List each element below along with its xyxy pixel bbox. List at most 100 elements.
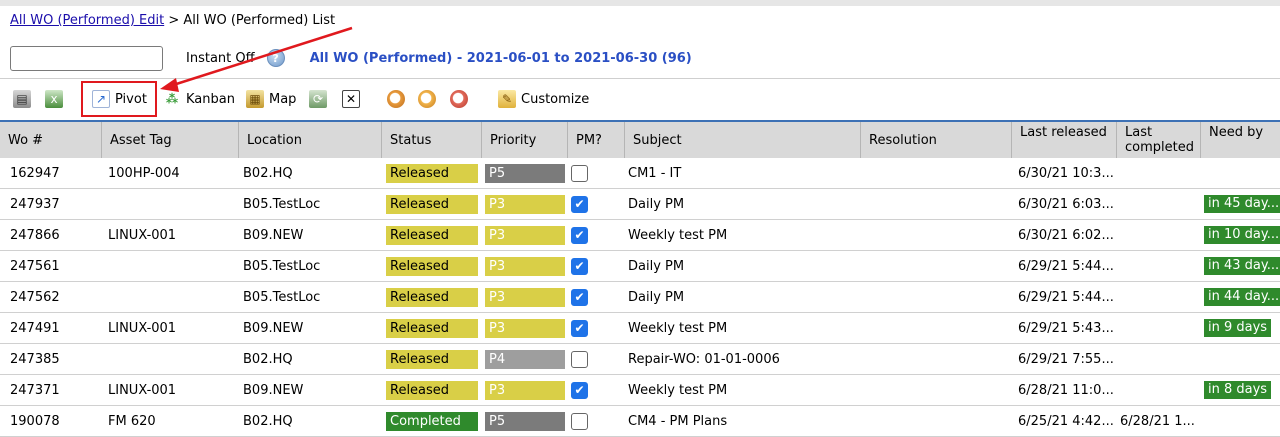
column-header-subject[interactable]: Subject	[624, 122, 860, 158]
asset-tag-cell: 100HP-004	[108, 165, 180, 181]
wo-cell: 247371	[10, 382, 60, 398]
subject-cell: Weekly test PM	[628, 227, 728, 243]
table-row[interactable]: 190078 FM 620 B02.HQ Completed P5 CM4 - PM Pl…	[0, 406, 1280, 437]
last-completed-cell: 6/28/21 1...	[1120, 413, 1195, 429]
column-header-pm[interactable]: PM?	[567, 122, 624, 158]
column-header-asset-tag[interactable]: Asset Tag	[101, 122, 238, 158]
clear-button[interactable]: ✕	[342, 86, 360, 112]
print-button[interactable]: ▤	[13, 86, 31, 112]
breadcrumb-separator: >	[164, 13, 184, 28]
zoom-button[interactable]: .	[418, 86, 436, 112]
location-cell: B05.TestLoc	[243, 258, 321, 274]
pm-checkbox[interactable]: ✔	[571, 226, 588, 244]
export-excel-button[interactable]: x	[45, 86, 63, 112]
last-completed-cell	[1120, 344, 1200, 374]
wo-cell: 190078	[10, 413, 60, 429]
instant-toggle-label[interactable]: Instant Off	[186, 51, 255, 66]
column-header-last-completed[interactable]: Last completed	[1116, 122, 1200, 158]
asset-tag-cell: LINUX-001	[108, 227, 177, 243]
pm-checkbox[interactable]	[571, 164, 588, 182]
subject-cell: Daily PM	[628, 258, 685, 274]
table-row[interactable]: 247866 LINUX-001 B09.NEW Released P3 ✔ Weekly …	[0, 220, 1280, 251]
column-header-status[interactable]: Status	[381, 122, 481, 158]
customize-button[interactable]: ✎ Customize	[498, 86, 589, 112]
status-badge: Released	[386, 319, 478, 338]
last-completed-cell	[1120, 313, 1200, 343]
map-button[interactable]: ▦ Map	[246, 86, 296, 112]
wo-cell: 247491	[10, 320, 60, 336]
column-header-need-by[interactable]: Need by	[1200, 122, 1280, 158]
pm-cell: ✔	[571, 189, 621, 219]
breadcrumb: All WO (Performed) Edit > All WO (Perfor…	[10, 13, 335, 28]
status-cell: Released	[386, 282, 480, 312]
status-cell: Completed	[386, 406, 480, 436]
resolution-cell	[866, 189, 1009, 219]
refresh-button[interactable]: ⟳	[309, 86, 327, 112]
location-cell: B09.NEW	[243, 320, 304, 336]
location-cell: B09.NEW	[243, 382, 304, 398]
resolution-cell	[866, 375, 1009, 405]
table-row[interactable]: 247371 LINUX-001 B09.NEW Released P3 ✔ Weekly …	[0, 375, 1280, 406]
column-header-location[interactable]: Location	[238, 122, 381, 158]
breadcrumb-current: All WO (Performed) List	[183, 13, 336, 28]
asset-tag-cell: FM 620	[108, 413, 156, 429]
priority-badge: P5	[485, 412, 565, 431]
subject-cell: Repair-WO: 01-01-0006	[628, 351, 780, 367]
priority-cell: P3	[485, 189, 567, 219]
resolution-cell	[866, 282, 1009, 312]
pm-cell	[571, 406, 621, 436]
resolution-cell	[866, 313, 1009, 343]
subject-cell: CM1 - IT	[628, 165, 682, 181]
zoom-in-icon: .	[387, 90, 405, 108]
table-row[interactable]: 247562 B05.TestLoc Released P3 ✔ Daily PM 6/29…	[0, 282, 1280, 313]
table-row[interactable]: 247561 B05.TestLoc Released P3 ✔ Daily PM 6/29…	[0, 251, 1280, 282]
breadcrumb-edit-link[interactable]: All WO (Performed) Edit	[10, 13, 164, 28]
search-input[interactable]	[10, 45, 163, 71]
asset-tag-cell: LINUX-001	[108, 320, 177, 336]
pm-checkbox[interactable]	[571, 350, 588, 368]
priority-badge: P3	[485, 319, 565, 338]
pm-checkbox[interactable]: ✔	[571, 319, 588, 337]
pm-checkbox[interactable]	[571, 412, 588, 430]
status-badge: Released	[386, 164, 478, 183]
pm-cell: ✔	[571, 220, 621, 250]
resolution-cell	[866, 251, 1009, 281]
table-row[interactable]: 162947 100HP-004 B02.HQ Released P5 CM1 - IT 6…	[0, 158, 1280, 189]
asset-tag-cell	[108, 189, 236, 219]
column-header-wo[interactable]: Wo #	[0, 122, 101, 158]
need-by-badge: in 45 day...	[1204, 195, 1280, 213]
priority-cell: P3	[485, 220, 567, 250]
zoom-in-button[interactable]: .	[387, 86, 405, 112]
priority-badge: P5	[485, 164, 565, 183]
kanban-button[interactable]: ⁂ Kanban	[163, 86, 235, 112]
zoom-out-button[interactable]: .	[450, 86, 468, 112]
need-by-badge: in 8 days	[1204, 381, 1272, 399]
column-header-last-released[interactable]: Last released	[1011, 122, 1116, 158]
table-row[interactable]: 247491 LINUX-001 B09.NEW Released P3 ✔ Weekly …	[0, 313, 1280, 344]
priority-cell: P5	[485, 158, 567, 188]
need-by-cell	[1204, 158, 1280, 188]
table-row[interactable]: 247385 B02.HQ Released P4 Repair-WO: 01-01-0…	[0, 344, 1280, 375]
pm-checkbox[interactable]: ✔	[571, 381, 588, 399]
excel-icon: x	[45, 90, 63, 108]
pivot-highlight-box	[81, 81, 157, 117]
location-cell: B09.NEW	[243, 227, 304, 243]
pm-checkbox[interactable]: ✔	[571, 288, 588, 306]
resolution-cell	[866, 158, 1009, 188]
priority-badge: P3	[485, 195, 565, 214]
column-header-resolution[interactable]: Resolution	[860, 122, 1011, 158]
status-cell: Released	[386, 158, 480, 188]
status-cell: Released	[386, 220, 480, 250]
help-icon[interactable]: ?	[266, 49, 285, 67]
table-row[interactable]: 247937 B05.TestLoc Released P3 ✔ Daily PM 6/30…	[0, 189, 1280, 220]
location-cell: B05.TestLoc	[243, 196, 321, 212]
need-by-cell	[1204, 344, 1280, 374]
wo-cell: 247937	[10, 196, 60, 212]
priority-cell: P3	[485, 313, 567, 343]
printer-icon: ▤	[13, 90, 31, 108]
pm-checkbox[interactable]: ✔	[571, 195, 588, 213]
column-header-priority[interactable]: Priority	[481, 122, 567, 158]
priority-badge: P4	[485, 350, 565, 369]
priority-cell: P3	[485, 282, 567, 312]
pm-checkbox[interactable]: ✔	[571, 257, 588, 275]
